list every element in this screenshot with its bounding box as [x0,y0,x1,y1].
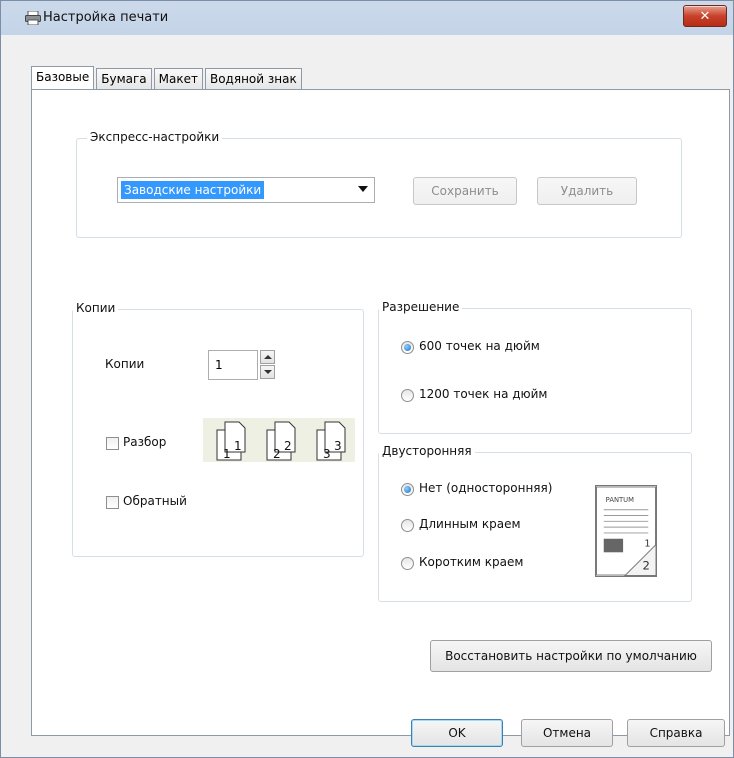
close-button[interactable]: ✕ [683,5,727,27]
basic-tab-page: Экспресс-настройки Заводские настройки С… [31,89,730,736]
duplex-preview-icon: PANTUM 2 1 [595,485,657,577]
copies-stepper [260,350,276,380]
resolution-1200-label: 1200 точек на дюйм [419,387,548,401]
duplex-none-radio[interactable] [401,483,414,496]
tab-basic[interactable]: Базовые [31,66,95,89]
resolution-1200-radio[interactable] [401,389,414,402]
spin-up-button[interactable] [260,350,275,364]
tab-paper[interactable]: Бумага [96,68,152,89]
resolution-600-radio[interactable] [401,341,414,354]
title-bar: Настройка печати ✕ [1,1,733,35]
copies-legend: Копии [73,301,119,315]
reverse-label: Обратный [123,494,187,508]
spin-down-button[interactable] [260,365,275,379]
duplex-short-edge-label: Коротким краем [419,555,524,569]
collate-page-number: 3 [323,447,331,461]
chevron-down-icon [358,186,368,192]
printer-icon [25,11,41,25]
preview-page-number: 2 [642,559,649,573]
collate-pages-icon: 1 1 2 2 3 3 [203,418,355,462]
duplex-group: Двусторонняя Нет (односторонняя) Длинным… [378,444,692,602]
preview-brand: PANTUM [606,496,634,504]
resolution-group: Разрешение 600 точек на дюйм 1200 точек … [378,300,692,434]
preview-page-number: 1 [644,538,650,549]
tab-strip: Базовые Бумага Макет Водяной знак [31,66,304,89]
print-settings-window: Настройка печати ✕ Базовые Бумага Макет … [0,0,734,758]
collate-page-number: 3 [334,439,342,453]
express-settings-group: Экспресс-настройки Заводские настройки С… [76,130,682,238]
copies-label: Копии [105,357,145,371]
tab-watermark[interactable]: Водяной знак [204,68,302,89]
duplex-short-edge-radio[interactable] [401,557,414,570]
duplex-none-label: Нет (односторонняя) [419,481,553,495]
collate-label: Разбор [123,435,167,449]
help-button[interactable]: Справка [627,719,725,747]
collate-page-number: 2 [284,439,292,453]
resolution-600-label: 600 точек на дюйм [419,339,540,353]
express-settings-value: Заводские настройки [121,181,265,199]
express-settings-legend: Экспресс-настройки [87,130,223,144]
save-button[interactable]: Сохранить [413,177,517,205]
delete-button[interactable]: Удалить [537,177,637,205]
tab-layout[interactable]: Макет [153,68,203,89]
ok-button[interactable]: OK [411,719,503,747]
collate-checkbox[interactable] [106,437,119,450]
cancel-button[interactable]: Отмена [521,719,613,747]
close-icon: ✕ [699,8,711,24]
resolution-legend: Разрешение [379,300,463,314]
window-title: Настройка печати [43,10,169,25]
copies-group: Копии Копии 1 Разбор 1 1 2 2 3 3 Обратны… [72,301,364,557]
duplex-long-edge-label: Длинным краем [419,517,521,531]
reverse-checkbox[interactable] [106,496,119,509]
copies-input[interactable]: 1 [208,350,258,380]
collate-page-number: 1 [234,439,242,453]
duplex-long-edge-radio[interactable] [401,519,414,532]
express-settings-combo[interactable]: Заводские настройки [117,177,375,203]
duplex-legend: Двусторонняя [379,444,475,458]
collate-page-number: 2 [273,447,281,461]
collate-page-number: 1 [223,447,231,461]
restore-defaults-button[interactable]: Восстановить настройки по умолчанию [430,640,712,672]
